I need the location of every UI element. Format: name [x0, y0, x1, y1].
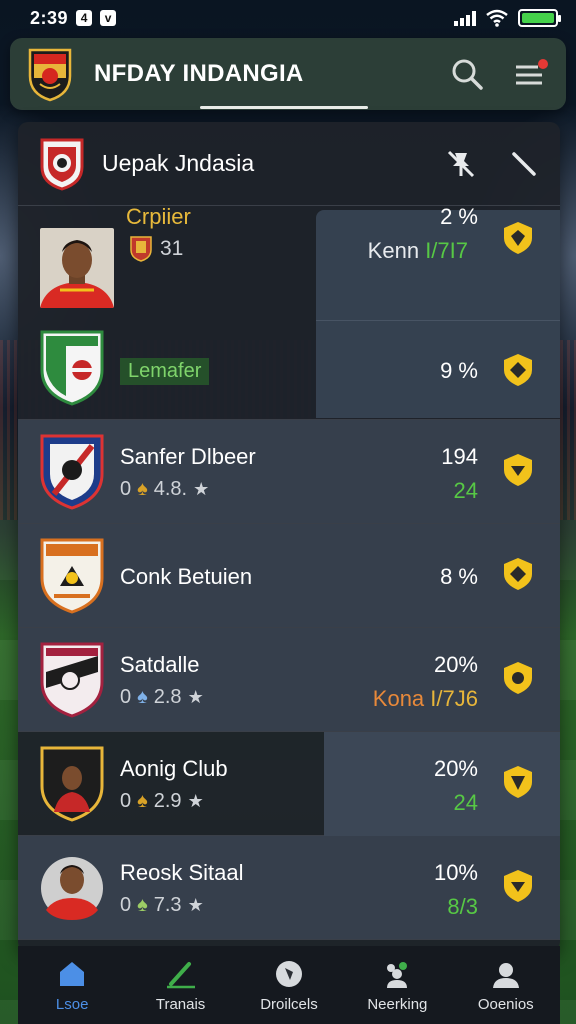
player-photo — [40, 228, 114, 308]
star-icon: ★ — [187, 895, 204, 915]
wifi-icon — [486, 9, 508, 27]
player-stat-secondary: 8/3 — [447, 894, 478, 919]
bottom-navigation: Lsoe Tranais Droilcels Neerking Ooenios — [18, 946, 560, 1024]
featured-match[interactable]: Crpiier 31 2 % Kenn I/7I7 Lemafer 9 % — [18, 204, 560, 420]
edit-pencil-icon[interactable] — [510, 150, 538, 178]
club-crest-icon — [40, 642, 104, 718]
small-crest-icon — [130, 236, 152, 262]
team-icon — [387, 961, 408, 988]
club-meta: 0 ♠ 4.8. ★ — [120, 478, 210, 500]
featured-line-text: Kenn — [367, 238, 420, 263]
club-crest-icon — [40, 434, 104, 510]
club-stat: 20% — [433, 756, 478, 781]
player-name: Reosk Sitaal — [120, 860, 244, 885]
list-item[interactable]: Aonig Club 0 ♠ 2.9 ★ 20% 24 — [18, 732, 560, 836]
club-stat-secondary: Kona I/7J6 — [372, 686, 478, 711]
nav-item-transfers[interactable]: Tranais — [131, 958, 231, 1013]
star-icon: ★ — [187, 687, 204, 707]
nav-item-home[interactable]: Lsoe — [22, 958, 122, 1013]
medal-icon: ♠ — [137, 790, 148, 812]
club-label: Lemafer — [120, 358, 210, 385]
star-icon: ★ — [193, 479, 210, 499]
header-tab-indicator — [200, 106, 368, 109]
player-number: 31 — [160, 237, 184, 260]
search-icon[interactable] — [450, 57, 484, 91]
profile-icon — [492, 962, 519, 988]
list-item[interactable]: Conk Betuien 8 % — [18, 524, 560, 628]
list-item[interactable]: Satdalle 0 ♠ 2.8 ★ 20% Kona I/7J6 — [18, 628, 560, 732]
club-crest-icon — [40, 538, 104, 614]
nav-label: Ooenios — [477, 995, 534, 1013]
battery-icon — [518, 9, 561, 27]
nav-item-ranking[interactable]: Neerking — [347, 958, 447, 1013]
nav-label: Neerking — [367, 995, 428, 1013]
shield-badge-icon[interactable] — [500, 868, 536, 904]
club-stat-secondary: 24 — [453, 478, 478, 503]
club-meta: 0 ♠ 2.8 ★ — [120, 686, 204, 708]
featured-player-meta: 31 — [130, 236, 183, 262]
list-item[interactable]: Reosk Sitaal 0 ♠ 7.3 ★ 10% 8/3 — [18, 836, 560, 940]
medal-icon: ♠ — [137, 478, 148, 500]
league-title: Uepak Jndasia — [102, 150, 255, 176]
shield-badge-icon[interactable] — [500, 452, 536, 488]
club-name: Sanfer Dlbeer — [120, 444, 256, 469]
club-name: Satdalle — [120, 652, 200, 677]
app-title: NFDAY INDANGIA — [94, 60, 304, 87]
featured-percent-top: 2 % — [440, 204, 478, 229]
league-header: Uepak Jndasia — [18, 122, 560, 206]
pin-off-icon[interactable] — [446, 149, 476, 179]
shield-badge-icon[interactable] — [500, 352, 536, 388]
club-stat: 194 — [441, 444, 478, 469]
player-avatar — [41, 857, 103, 920]
shield-badge-icon[interactable] — [500, 764, 536, 800]
club-crest-icon — [40, 330, 104, 406]
shield-badge-icon[interactable] — [500, 220, 536, 256]
club-logo-icon[interactable] — [28, 46, 72, 102]
notification-dot — [538, 59, 548, 69]
pitch-edit-icon — [166, 961, 195, 988]
home-icon — [60, 961, 85, 986]
club-stat: 8 % — [440, 564, 478, 589]
featured-line: Kenn I/7I7 — [368, 238, 468, 264]
club-name: Conk Betuien — [120, 564, 253, 589]
medal-icon: ♠ — [137, 686, 148, 708]
nav-item-profile[interactable]: Ooenios — [456, 958, 556, 1013]
medal-icon: ♠ — [137, 894, 148, 916]
menu-icon[interactable] — [514, 59, 548, 89]
featured-percent-bottom: 9 % — [440, 358, 478, 383]
star-icon: ★ — [187, 791, 204, 811]
shield-badge-icon[interactable] — [500, 556, 536, 592]
featured-player-name: Crpiier — [126, 204, 191, 229]
app-notification-icon: v — [100, 10, 117, 26]
signal-icon — [454, 10, 476, 26]
nav-item-details[interactable]: Droilcels — [239, 958, 339, 1013]
player-stat: 10% — [433, 860, 478, 885]
status-bar: 2:39 4 v — [0, 0, 576, 36]
nav-label: Tranais — [155, 995, 206, 1013]
ball-icon — [275, 960, 302, 987]
club-meta: 0 ♠ 2.9 ★ — [120, 790, 204, 812]
player-meta: 0 ♠ 7.3 ★ — [120, 894, 204, 916]
league-panel: Uepak Jndasia Crpiier 31 2 % Kenn I/7I7 … — [18, 122, 560, 952]
club-name: Aonig Club — [120, 756, 228, 781]
app-header: NFDAY INDANGIA — [10, 38, 566, 110]
club-crest-icon — [40, 746, 104, 822]
status-time: 2:39 — [30, 7, 69, 28]
club-stat-secondary: 24 — [453, 790, 478, 815]
notification-icon: 4 — [76, 10, 93, 26]
nav-label: Lsoe — [55, 995, 89, 1013]
league-crest-icon — [40, 138, 84, 191]
featured-line-value: I/7I7 — [425, 238, 468, 263]
list-item[interactable]: Sanfer Dlbeer 0 ♠ 4.8. ★ 194 24 — [18, 420, 560, 524]
club-stat: 20% — [433, 652, 478, 677]
nav-label: Droilcels — [260, 995, 318, 1013]
shield-badge-icon[interactable] — [500, 660, 536, 696]
